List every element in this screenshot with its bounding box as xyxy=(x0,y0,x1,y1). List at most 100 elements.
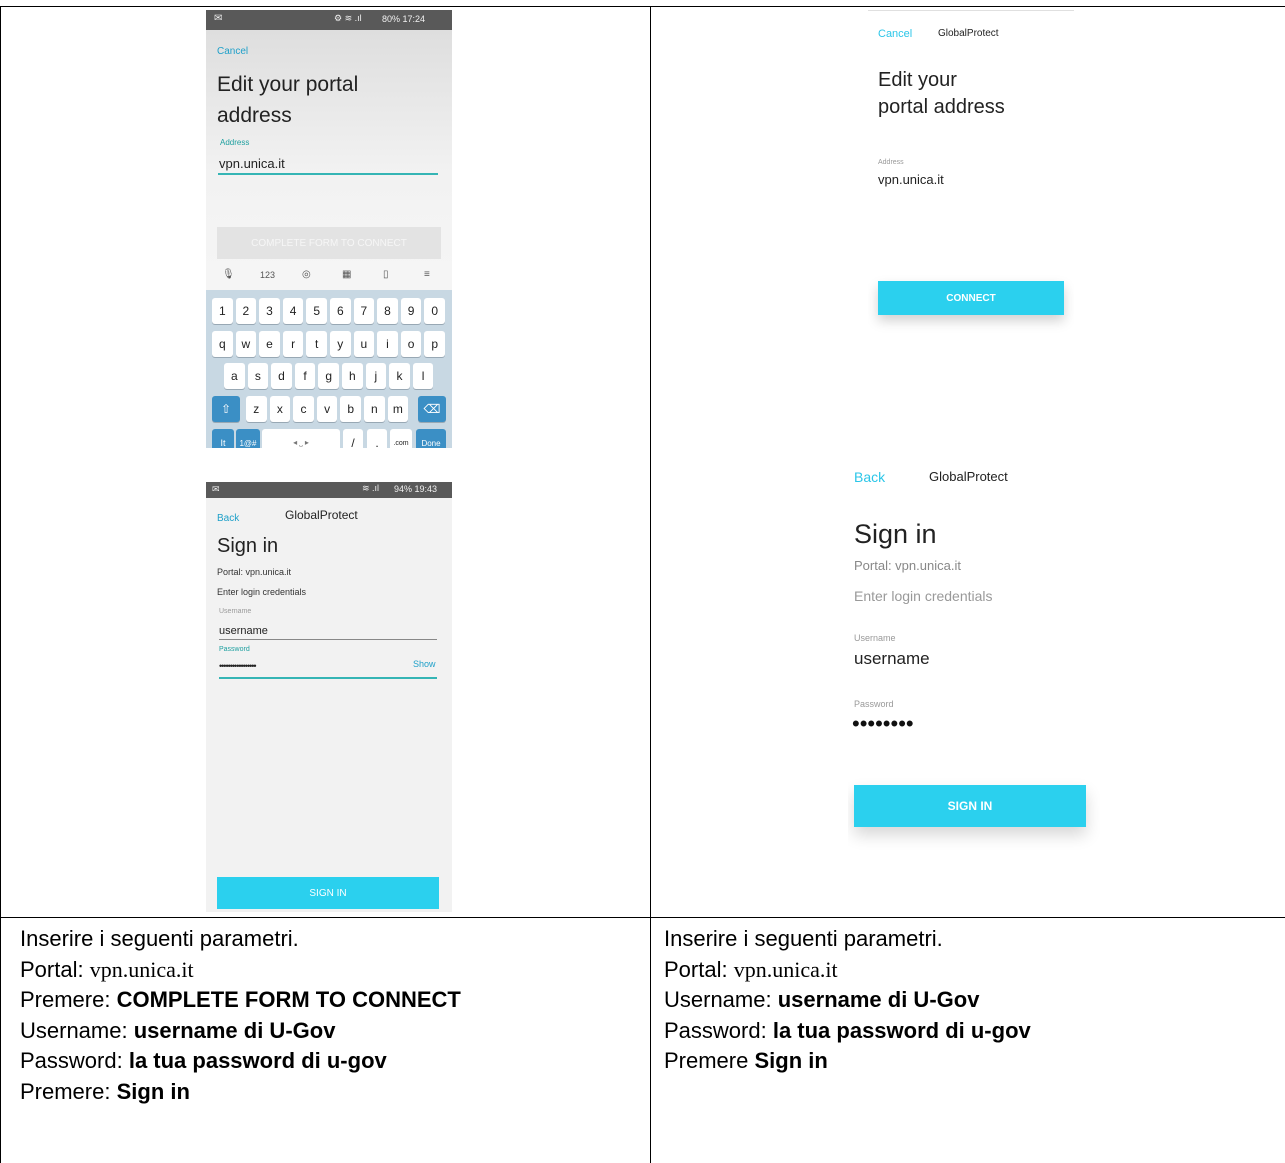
password-input[interactable]: ••••••••••••••••• xyxy=(219,661,257,671)
palette-icon[interactable]: ◎ xyxy=(302,269,311,280)
table-border-top xyxy=(0,6,1285,7)
instruction-press-signin: Premere Sign in xyxy=(664,1046,1031,1077)
keyboard-key[interactable]: 3 xyxy=(259,298,280,324)
username-input[interactable]: username xyxy=(854,649,930,669)
press-value: Sign in xyxy=(754,1048,828,1073)
connect-button[interactable]: CONNECT xyxy=(878,281,1064,315)
keyboard-key[interactable]: 2 xyxy=(235,298,257,324)
complete-form-button-label: COMPLETE FORM TO CONNECT xyxy=(251,237,407,249)
complete-form-button[interactable]: COMPLETE FORM TO CONNECT xyxy=(217,227,441,259)
keyboard-key[interactable]: h xyxy=(342,363,363,389)
microphone-icon[interactable]: 🎙 xyxy=(222,269,235,280)
keyboard-key[interactable]: r xyxy=(282,331,304,357)
signal-icon: ⚙ ≋ .ıl xyxy=(334,13,362,23)
page-title-line1: Edit your portal xyxy=(217,73,359,96)
portal-text: Portal: vpn.unica.it xyxy=(217,567,292,577)
keyboard-key[interactable]: g xyxy=(318,363,339,389)
keyboard-key[interactable]: 4 xyxy=(282,298,304,324)
password-input[interactable]: •••••••• xyxy=(852,711,914,737)
keyboard-key[interactable]: d xyxy=(271,363,292,389)
page-title-line2: address xyxy=(217,104,292,127)
keyboard-key[interactable]: v xyxy=(316,396,338,422)
cancel-link[interactable]: Cancel xyxy=(217,46,248,57)
slash-key[interactable]: / xyxy=(343,429,363,448)
app-title: GlobalProtect xyxy=(285,508,358,522)
signin-button[interactable]: SIGN IN xyxy=(217,877,439,909)
back-link[interactable]: Back xyxy=(217,513,239,524)
username-label: Username: xyxy=(20,1017,134,1043)
backspace-key[interactable]: ⌫ xyxy=(418,396,446,422)
keyboard-key[interactable]: n xyxy=(364,396,385,422)
keyboard-key[interactable]: w xyxy=(235,331,257,357)
period-key[interactable]: . xyxy=(367,429,387,448)
clipboard-icon[interactable]: ▯ xyxy=(383,269,389,280)
symbols-key[interactable]: 1@# xyxy=(236,429,260,448)
keyboard-key[interactable]: 6 xyxy=(330,298,351,324)
instruction-portal: Portal: vpn.unica.it xyxy=(20,955,461,986)
password-value: la tua password di u-gov xyxy=(772,1017,1031,1043)
shift-key[interactable]: ⇧ xyxy=(212,396,240,422)
keyboard-key[interactable]: i xyxy=(377,331,398,357)
username-input[interactable]: username xyxy=(219,625,268,637)
kb-toolbar-numbers[interactable]: 123 xyxy=(260,270,275,280)
password-label: Password: xyxy=(664,1017,773,1043)
enter-credentials-text: Enter login credentials xyxy=(217,587,307,597)
address-input[interactable]: vpn.unica.it xyxy=(219,156,285,171)
signin-button[interactable]: SIGN IN xyxy=(854,785,1086,827)
status-bar: ✉ 94% 19:43 ≋ .ıl xyxy=(206,482,452,498)
keyboard-key[interactable]: e xyxy=(259,331,280,357)
keyboard-icon[interactable]: ▦ xyxy=(342,269,351,280)
keyboard-key[interactable]: a xyxy=(224,363,245,389)
cancel-link[interactable]: Cancel xyxy=(878,28,912,40)
menu-icon[interactable]: ≡ xyxy=(424,269,430,280)
dotcom-key[interactable]: .com xyxy=(390,429,412,448)
back-link[interactable]: Back xyxy=(854,469,885,485)
keyboard-key[interactable]: u xyxy=(353,331,375,357)
keyboard-key[interactable]: 1 xyxy=(212,298,233,324)
keyboard-key[interactable]: 9 xyxy=(400,298,422,324)
keyboard-key[interactable]: 8 xyxy=(377,298,398,324)
show-password-link[interactable]: Show xyxy=(413,659,436,669)
keyboard-key[interactable]: 5 xyxy=(306,298,327,324)
username-label: Username: xyxy=(664,987,778,1012)
page-title: Sign in xyxy=(217,535,279,557)
keyboard-key[interactable]: x xyxy=(269,396,291,422)
keyboard-key[interactable]: y xyxy=(330,331,351,357)
password-label: Password xyxy=(854,699,894,709)
password-label: Password: xyxy=(20,1048,129,1073)
password-value: la tua password di u-gov xyxy=(128,1048,387,1073)
keyboard-key[interactable]: z xyxy=(246,396,267,422)
keyboard-key[interactable]: k xyxy=(389,363,410,389)
keyboard-key[interactable]: c xyxy=(293,396,314,422)
space-key[interactable]: ◂ ⎵ ▸ xyxy=(262,429,340,448)
instruction-intro: Inserire i seguenti parametri. xyxy=(20,926,299,951)
keyboard-key[interactable]: p xyxy=(424,331,445,357)
language-key[interactable]: It xyxy=(212,429,234,448)
keyboard-key[interactable]: b xyxy=(340,396,361,422)
keyboard-key[interactable]: 7 xyxy=(353,298,375,324)
press-label: Premere: xyxy=(20,1078,117,1104)
password-label: Password xyxy=(219,646,250,653)
instruction-intro: Inserire i seguenti parametri. xyxy=(664,926,943,951)
connect-button-label: CONNECT xyxy=(946,292,996,304)
keyboard-key[interactable]: 0 xyxy=(424,298,445,324)
done-key[interactable]: Done xyxy=(416,429,446,448)
keyboard-key[interactable]: l xyxy=(412,363,434,389)
portal-label: Portal: xyxy=(20,956,90,982)
address-label: Address xyxy=(220,138,250,147)
page-title-line2: portal address xyxy=(878,96,1005,118)
address-label: Address xyxy=(878,159,904,166)
keyboard-key[interactable]: o xyxy=(400,331,422,357)
keyboard-key[interactable]: j xyxy=(365,363,387,389)
username-value: username di U-Gov xyxy=(777,987,980,1012)
keyboard-key[interactable]: t xyxy=(306,331,327,357)
keyboard-key[interactable]: m xyxy=(387,396,409,422)
keyboard-key[interactable]: q xyxy=(212,331,233,357)
page-title-line1: Edit your xyxy=(878,69,957,91)
username-label: Username xyxy=(854,633,896,643)
android-edit-portal-screenshot: ✉ ⚙ ≋ .ıl 80% 17:24 Cancel Edit your por… xyxy=(206,10,452,448)
address-input[interactable]: vpn.unica.it xyxy=(878,172,944,187)
keyboard-key[interactable]: f xyxy=(294,363,316,389)
keyboard-key[interactable]: s xyxy=(247,363,269,389)
table-column-divider xyxy=(650,6,651,1163)
